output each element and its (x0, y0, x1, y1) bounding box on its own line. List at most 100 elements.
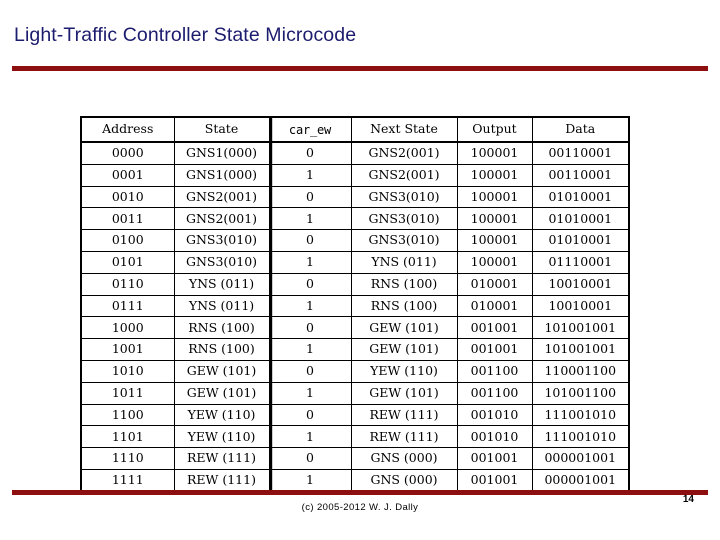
cell-output: 010001 (456, 272, 533, 296)
table-row: 1000 RNS (100) 0 GEW (101) 001001 101001001 (80, 316, 630, 340)
cell-address: 1111 (80, 468, 175, 493)
cell-next-state: GNS2(001) (350, 163, 458, 187)
cell-car-ew: 1 (268, 294, 352, 318)
table-row: 1011 GEW (101) 1 GEW (101) 001100 101001100 (80, 381, 630, 405)
column-header-state: State (173, 116, 270, 143)
cell-car-ew: 0 (268, 316, 352, 340)
cell-next-state: YNS (011) (350, 250, 458, 274)
cell-state: YNS (011) (173, 294, 270, 318)
table-row: 1100 YEW (110) 0 REW (111) 001010 111001010 (80, 403, 630, 427)
table-row: 1101 YEW (110) 1 REW (111) 001010 111001010 (80, 425, 630, 449)
cell-data: 101001001 (531, 338, 630, 361)
cell-state: GNS1(000) (173, 141, 270, 165)
column-header-output: Output (456, 116, 533, 143)
cell-output: 001100 (456, 381, 533, 405)
title-divider-rule (12, 66, 708, 71)
cell-address: 1100 (80, 403, 175, 427)
table-row: 0101 GNS3(010) 1 YNS (011) 100001 01110001 (80, 250, 630, 274)
microcode-table: Address State car_ew Next State Output D… (80, 116, 630, 493)
cell-next-state: GEW (101) (350, 381, 458, 405)
cell-output: 001001 (456, 447, 533, 470)
cell-next-state: YEW (110) (350, 359, 458, 383)
cell-next-state: GNS (000) (350, 447, 458, 470)
cell-next-state: RNS (100) (350, 272, 458, 296)
column-header-car-ew: car_ew (268, 116, 352, 143)
cell-next-state: GEW (101) (350, 338, 458, 361)
cell-state: GNS2(001) (173, 185, 270, 209)
footer-divider-rule (12, 490, 708, 495)
table-row: 1111 REW (111) 1 GNS (000) 001001 000001001 (80, 468, 630, 493)
cell-state: GEW (101) (173, 381, 270, 405)
cell-car-ew: 0 (268, 403, 352, 427)
cell-next-state: GNS3(010) (350, 229, 458, 252)
cell-state: YEW (110) (173, 425, 270, 449)
cell-state: GEW (101) (173, 359, 270, 383)
cell-car-ew: 0 (268, 447, 352, 470)
table-row: 1001 RNS (100) 1 GEW (101) 001001 101001001 (80, 338, 630, 361)
cell-car-ew: 0 (268, 229, 352, 252)
cell-output: 001001 (456, 338, 533, 361)
table-body: 0000 GNS1(000) 0 GNS2(001) 100001 00110001 000… (80, 141, 630, 493)
cell-next-state: GNS3(010) (350, 185, 458, 209)
cell-next-state: REW (111) (350, 425, 458, 449)
cell-output: 001100 (456, 359, 533, 383)
cell-next-state: GNS (000) (350, 468, 458, 493)
cell-data: 01110001 (531, 250, 630, 274)
table-row: 1010 GEW (101) 0 YEW (110) 001100 110001100 (80, 359, 630, 383)
cell-data: 10010001 (531, 294, 630, 318)
cell-data: 000001001 (531, 468, 630, 493)
cell-output: 100001 (456, 229, 533, 252)
column-header-data: Data (531, 116, 630, 143)
cell-output: 001010 (456, 425, 533, 449)
cell-next-state: GEW (101) (350, 316, 458, 340)
cell-car-ew: 1 (268, 250, 352, 274)
cell-address: 1011 (80, 381, 175, 405)
cell-next-state: REW (111) (350, 403, 458, 427)
table-row: 0011 GNS2(001) 1 GNS3(010) 100001 01010001 (80, 207, 630, 231)
cell-state: YNS (011) (173, 272, 270, 296)
table-row: 0111 YNS (011) 1 RNS (100) 010001 10010001 (80, 294, 630, 318)
cell-address: 0000 (80, 141, 175, 165)
cell-state: GNS1(000) (173, 163, 270, 187)
cell-car-ew: 0 (268, 272, 352, 296)
cell-address: 0010 (80, 185, 175, 209)
cell-car-ew: 1 (268, 338, 352, 361)
table-header: Address State car_ew Next State Output D… (80, 116, 630, 143)
cell-state: GNS3(010) (173, 229, 270, 252)
cell-data: 111001010 (531, 403, 630, 427)
cell-address: 0110 (80, 272, 175, 296)
table-row: 0110 YNS (011) 0 RNS (100) 010001 10010001 (80, 272, 630, 296)
column-header-next-state: Next State (350, 116, 458, 143)
cell-car-ew: 1 (268, 425, 352, 449)
cell-next-state: RNS (100) (350, 294, 458, 318)
cell-state: GNS2(001) (173, 207, 270, 231)
cell-output: 100001 (456, 163, 533, 187)
cell-output: 100001 (456, 250, 533, 274)
cell-address: 0001 (80, 163, 175, 187)
cell-address: 1010 (80, 359, 175, 383)
cell-output: 001001 (456, 468, 533, 493)
cell-output: 001001 (456, 316, 533, 340)
cell-data: 01010001 (531, 229, 630, 252)
table-row: 0100 GNS3(010) 0 GNS3(010) 100001 01010001 (80, 229, 630, 252)
cell-next-state: GNS3(010) (350, 207, 458, 231)
cell-output: 010001 (456, 294, 533, 318)
cell-address: 0100 (80, 229, 175, 252)
page-number: 14 (682, 494, 694, 505)
footer-copyright: (c) 2005-2012 W. J. Dally (301, 502, 419, 513)
cell-state: YEW (110) (173, 403, 270, 427)
cell-address: 1000 (80, 316, 175, 340)
cell-address: 1110 (80, 447, 175, 470)
cell-data: 110001100 (531, 359, 630, 383)
cell-car-ew: 1 (268, 207, 352, 231)
cell-state: RNS (100) (173, 316, 270, 340)
cell-car-ew: 0 (268, 185, 352, 209)
cell-state: REW (111) (173, 447, 270, 470)
microcode-table-container: Address State car_ew Next State Output D… (80, 116, 630, 493)
table-row: 0001 GNS1(000) 1 GNS2(001) 100001 00110001 (80, 163, 630, 187)
table-row: 0000 GNS1(000) 0 GNS2(001) 100001 00110001 (80, 141, 630, 165)
table-header-row: Address State car_ew Next State Output D… (80, 116, 630, 143)
cell-output: 100001 (456, 185, 533, 209)
cell-data: 000001001 (531, 447, 630, 470)
cell-address: 0101 (80, 250, 175, 274)
